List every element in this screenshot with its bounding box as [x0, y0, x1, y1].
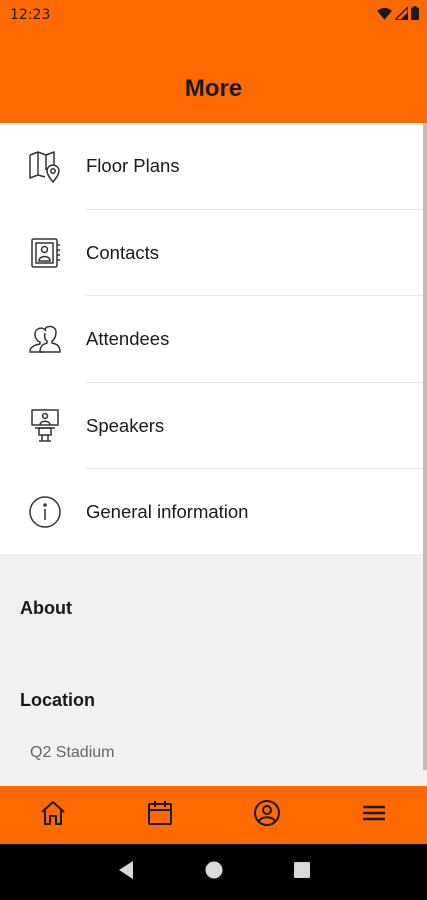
- about-heading: About: [20, 598, 72, 618]
- status-bar: 12:23: [0, 0, 427, 30]
- page-title: More: [184, 75, 243, 102]
- info-icon: [27, 494, 63, 530]
- menu-item-label: Attendees: [86, 328, 170, 349]
- nav-calendar[interactable]: [107, 786, 214, 844]
- menu-item-general-information[interactable]: General information: [0, 469, 427, 556]
- info-section: About Location Q2 Stadium: [0, 554, 427, 786]
- battery-icon: [411, 6, 419, 25]
- location-value: Q2 Stadium: [30, 744, 115, 761]
- wifi-icon: [377, 7, 392, 25]
- menu-icon: [361, 803, 387, 828]
- system-nav-bar: [0, 844, 427, 900]
- menu-item-speakers[interactable]: Speakers: [0, 383, 427, 469]
- people-icon: [27, 321, 63, 357]
- location-heading: Location: [20, 690, 95, 710]
- menu-list: Floor Plans Contacts Attendees Speakers …: [0, 123, 427, 556]
- nav-home[interactable]: [0, 786, 107, 844]
- menu-item-label: Contacts: [86, 241, 160, 263]
- home-circle-icon[interactable]: [204, 860, 224, 885]
- back-icon[interactable]: [117, 860, 135, 885]
- speaker-podium-icon: [27, 408, 63, 444]
- scrollbar[interactable]: [423, 123, 427, 770]
- home-icon: [39, 799, 67, 832]
- map-pin-icon: [27, 148, 63, 184]
- nav-menu[interactable]: [320, 786, 427, 844]
- recents-icon[interactable]: [293, 861, 311, 884]
- menu-item-label: General information: [86, 501, 249, 522]
- calendar-icon: [146, 799, 174, 832]
- contact-book-icon: [27, 235, 63, 271]
- nav-profile[interactable]: [214, 786, 321, 844]
- status-icons: [377, 4, 419, 25]
- menu-item-label: Floor Plans: [86, 155, 180, 176]
- menu-item-attendees[interactable]: Attendees: [0, 296, 427, 383]
- bottom-nav: [0, 786, 427, 844]
- app-bar: More: [0, 30, 427, 123]
- profile-icon: [253, 799, 281, 832]
- signal-icon: [393, 4, 409, 25]
- status-time: 12:23: [10, 7, 51, 23]
- menu-item-floor-plans[interactable]: Floor Plans: [0, 123, 427, 210]
- menu-item-contacts[interactable]: Contacts: [0, 210, 427, 296]
- menu-item-label: Speakers: [86, 414, 165, 436]
